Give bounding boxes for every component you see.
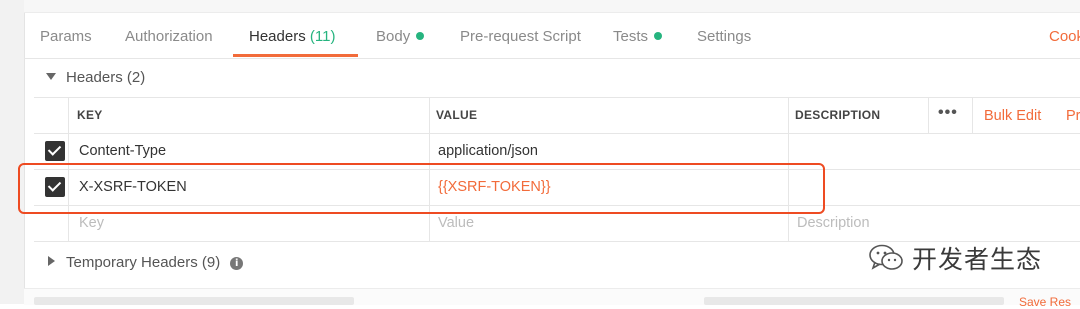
column-divider (972, 97, 973, 133)
active-tab-indicator (233, 54, 358, 57)
caret-right-icon (48, 256, 55, 266)
tab-authorization[interactable]: Authorization (125, 22, 213, 58)
headers-section-toggle[interactable]: Headers (2) (24, 60, 1080, 96)
tests-status-dot-icon (654, 32, 663, 40)
column-header-description: DESCRIPTION (795, 108, 881, 122)
request-tabs: Params Authorization Headers (11) Body P… (24, 22, 1080, 59)
body-status-dot-icon (416, 32, 425, 40)
cookies-link[interactable]: Cook (1049, 22, 1080, 58)
temporary-headers-label: Temporary Headers (9) (66, 254, 221, 271)
left-panel-edge (0, 0, 25, 304)
bulk-edit-button[interactable]: Bulk Edit (984, 97, 1041, 133)
column-header-value: VALUE (436, 108, 478, 122)
watermark: 开发者生态 (868, 242, 1042, 274)
watermark-text: 开发者生态 (912, 245, 1043, 274)
tab-headers-label: Headers (249, 28, 306, 45)
tab-tests[interactable]: Tests (613, 22, 663, 58)
cookies-link-label: Cook (1049, 28, 1080, 45)
save-response-button[interactable]: Save Res (1019, 295, 1071, 309)
column-divider (928, 97, 929, 133)
checkbox-checked-icon[interactable] (45, 141, 65, 161)
table-header-border (34, 133, 1080, 134)
info-icon[interactable]: i (230, 257, 244, 270)
tab-headers[interactable]: Headers (11) (249, 22, 335, 58)
tab-authorization-label: Authorization (125, 28, 213, 45)
tab-pre-request-script[interactable]: Pre-request Script (460, 22, 581, 58)
column-header-key: KEY (77, 108, 103, 122)
table-top-border (34, 97, 1080, 98)
tab-params-label: Params (40, 28, 92, 45)
more-options-button[interactable]: ••• (938, 97, 958, 133)
tab-body-label: Body (376, 28, 411, 45)
response-status-bar: Save Res (24, 288, 1080, 309)
tab-tests-label: Tests (613, 28, 649, 45)
wechat-icon (869, 244, 903, 270)
highlight-box (18, 163, 825, 214)
tab-body[interactable]: Body (376, 22, 425, 58)
tab-pre-request-label: Pre-request Script (460, 28, 581, 45)
tab-settings[interactable]: Settings (697, 22, 751, 58)
tab-params[interactable]: Params (40, 22, 92, 58)
presets-button[interactable]: Pr (1066, 97, 1080, 133)
tab-headers-count: (11) (309, 28, 336, 45)
tab-settings-label: Settings (697, 28, 752, 45)
top-panel-edge (24, 0, 1080, 13)
headers-section-label: Headers (2) (66, 69, 146, 86)
caret-down-icon (46, 73, 56, 80)
